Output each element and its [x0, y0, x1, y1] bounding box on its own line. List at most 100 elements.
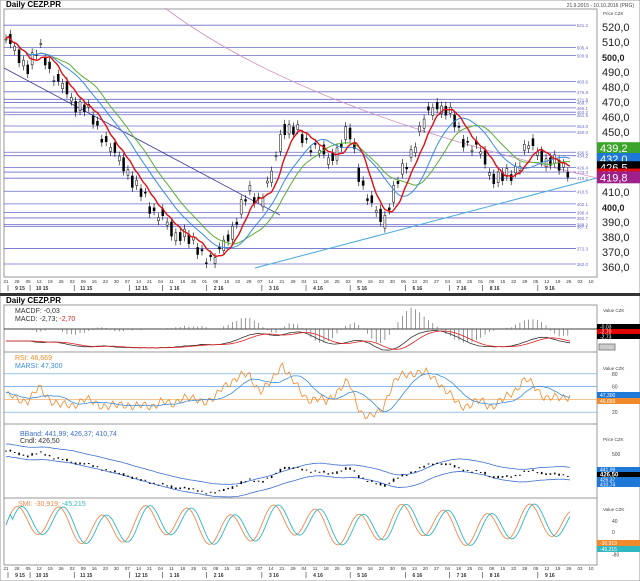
- bband-candle: [257, 480, 260, 482]
- candle: [444, 105, 448, 116]
- candle: [209, 254, 212, 258]
- level-label: 500.9: [577, 54, 589, 59]
- date-tick-month: 9 16: [545, 573, 555, 579]
- bband-candle: [344, 467, 347, 470]
- candle: [270, 170, 273, 183]
- date-tick-day: 12: [37, 566, 43, 571]
- bband-candle: [127, 475, 129, 477]
- bband-candle: [519, 474, 521, 476]
- bband-candle: [196, 490, 199, 492]
- chart-canvas: Daily CEZP.PR 21.9.2015 - 10.10.2016 (PR…: [0, 0, 640, 581]
- bband-candle: [292, 467, 295, 469]
- bband-candle: [144, 479, 147, 481]
- date-tick-day: 21: [279, 279, 285, 284]
- bband-candle: [501, 476, 504, 478]
- bband-candle: [218, 490, 221, 492]
- date-tick-day: 23: [379, 279, 385, 284]
- bband-candle: [523, 470, 526, 472]
- bband-candle: [445, 463, 447, 466]
- date-tick-day: 13: [412, 566, 418, 571]
- candle: [17, 49, 21, 63]
- price-tick: 450,0: [602, 127, 630, 139]
- bband-candle: [318, 471, 321, 473]
- bband-candle: [205, 493, 208, 495]
- candle: [562, 163, 565, 168]
- candle: [287, 124, 291, 135]
- candle: [470, 149, 474, 152]
- date-tick-day: 04: [302, 566, 308, 571]
- macdf-label: MACDF: -0,03: [15, 308, 60, 315]
- macd-badge-value: -2,73: [600, 335, 612, 341]
- bband-candle: [423, 465, 425, 468]
- bband-candle: [70, 461, 73, 463]
- date-tick-day: 15: [500, 566, 506, 571]
- candle: [523, 144, 526, 151]
- candle: [144, 192, 147, 194]
- level-label: 483.6: [577, 80, 589, 85]
- bband-candle: [231, 486, 234, 489]
- bband-candle: [157, 484, 160, 486]
- date-tick-day: 23: [379, 566, 385, 571]
- candle: [244, 199, 247, 202]
- date-tick-day: 05: [533, 279, 539, 284]
- bband-candle: [397, 477, 399, 479]
- date-tick-day: 04: [445, 566, 451, 571]
- smi-tick: 40: [612, 519, 618, 525]
- marsi-label: MARSI: 47,300: [15, 363, 63, 370]
- date-tick-day: 08: [213, 566, 219, 571]
- bband-candle: [567, 475, 569, 477]
- candle: [392, 185, 395, 203]
- date-range: 21.9.2015 - 10.10.2016 (PRG): [567, 3, 635, 9]
- bband-candle: [462, 469, 465, 472]
- date-tick-day: 11: [313, 279, 318, 284]
- date-tick-day: 12: [544, 566, 550, 571]
- bband-candle: [9, 449, 12, 452]
- price-tick: 390,0: [602, 217, 630, 229]
- candle: [483, 150, 487, 165]
- candle: [492, 173, 496, 185]
- auto-scale-button[interactable]: [598, 343, 616, 351]
- rsi-tick: 60: [612, 385, 618, 391]
- candle: [509, 174, 513, 181]
- bband-candle: [122, 473, 125, 476]
- date-tick-day: 06: [401, 279, 407, 284]
- bband-candle: [275, 472, 277, 474]
- date-tick-day: 18: [456, 566, 462, 571]
- bband-candle: [497, 475, 499, 479]
- level-label: 476.8: [577, 90, 589, 95]
- date-tick-day: 19: [555, 566, 561, 571]
- bband-badge-value: 410,74: [600, 483, 616, 489]
- date-tick-day: 29: [290, 566, 296, 571]
- date-tick-day: 20: [423, 279, 429, 284]
- date-tick-day: 11: [169, 279, 174, 284]
- date-tick-day: 21: [147, 279, 153, 284]
- candle: [283, 124, 286, 136]
- level-label: 372.3: [577, 247, 589, 252]
- candle: [100, 138, 104, 143]
- date-tick-day: 09: [81, 566, 87, 571]
- date-tick-day: 29: [522, 279, 528, 284]
- date-tick-day: 19: [48, 279, 54, 284]
- date-tick-day: 26: [566, 279, 572, 284]
- date-tick-month: 6 16: [412, 286, 422, 292]
- candle: [57, 74, 60, 82]
- candle: [157, 217, 160, 221]
- price-badge-value: 419,8: [600, 172, 628, 184]
- bband-candle: [375, 483, 377, 485]
- price-tick: 380,0: [602, 232, 630, 244]
- smi-badge-value: -45,215: [600, 547, 617, 553]
- date-tick-day: 02: [70, 566, 76, 571]
- bband-candle: [249, 478, 251, 480]
- candle: [292, 126, 295, 135]
- candle: [422, 118, 426, 129]
- date-tick-month: 2 16: [214, 286, 224, 292]
- candle: [527, 145, 530, 149]
- date-tick-day: 21: [3, 279, 9, 284]
- rsi-tick: 80: [612, 372, 618, 378]
- bband-candle: [362, 477, 364, 479]
- date-tick-month: 4 16: [313, 573, 323, 579]
- date-tick-day: 30: [390, 566, 396, 571]
- date-tick-day: 08: [213, 279, 219, 284]
- bband-candle: [427, 463, 430, 465]
- bband-candle: [327, 473, 330, 475]
